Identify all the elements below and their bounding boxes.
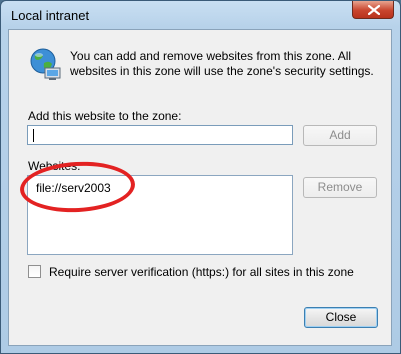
title-bar[interactable]: Local intranet (1, 1, 400, 29)
window-title: Local intranet (11, 8, 90, 23)
text-caret (33, 129, 34, 142)
dialog-body: You can add and remove websites from thi… (8, 29, 392, 346)
intro-text: You can add and remove websites from thi… (70, 49, 374, 78)
remove-button[interactable]: Remove (303, 177, 377, 198)
globe-with-network-icon (30, 48, 61, 80)
add-button[interactable]: Add (303, 125, 377, 146)
close-button[interactable]: Close (304, 307, 378, 328)
add-website-label: Add this website to the zone: (28, 109, 182, 123)
website-input[interactable] (27, 125, 293, 145)
close-icon (368, 5, 380, 15)
https-verification-checkbox[interactable] (28, 265, 41, 278)
window-close-button[interactable] (352, 1, 394, 19)
dialog-window: Local intranet You can add and remove we… (0, 0, 401, 354)
https-verification-label[interactable]: Require server verification (https:) for… (49, 265, 354, 279)
